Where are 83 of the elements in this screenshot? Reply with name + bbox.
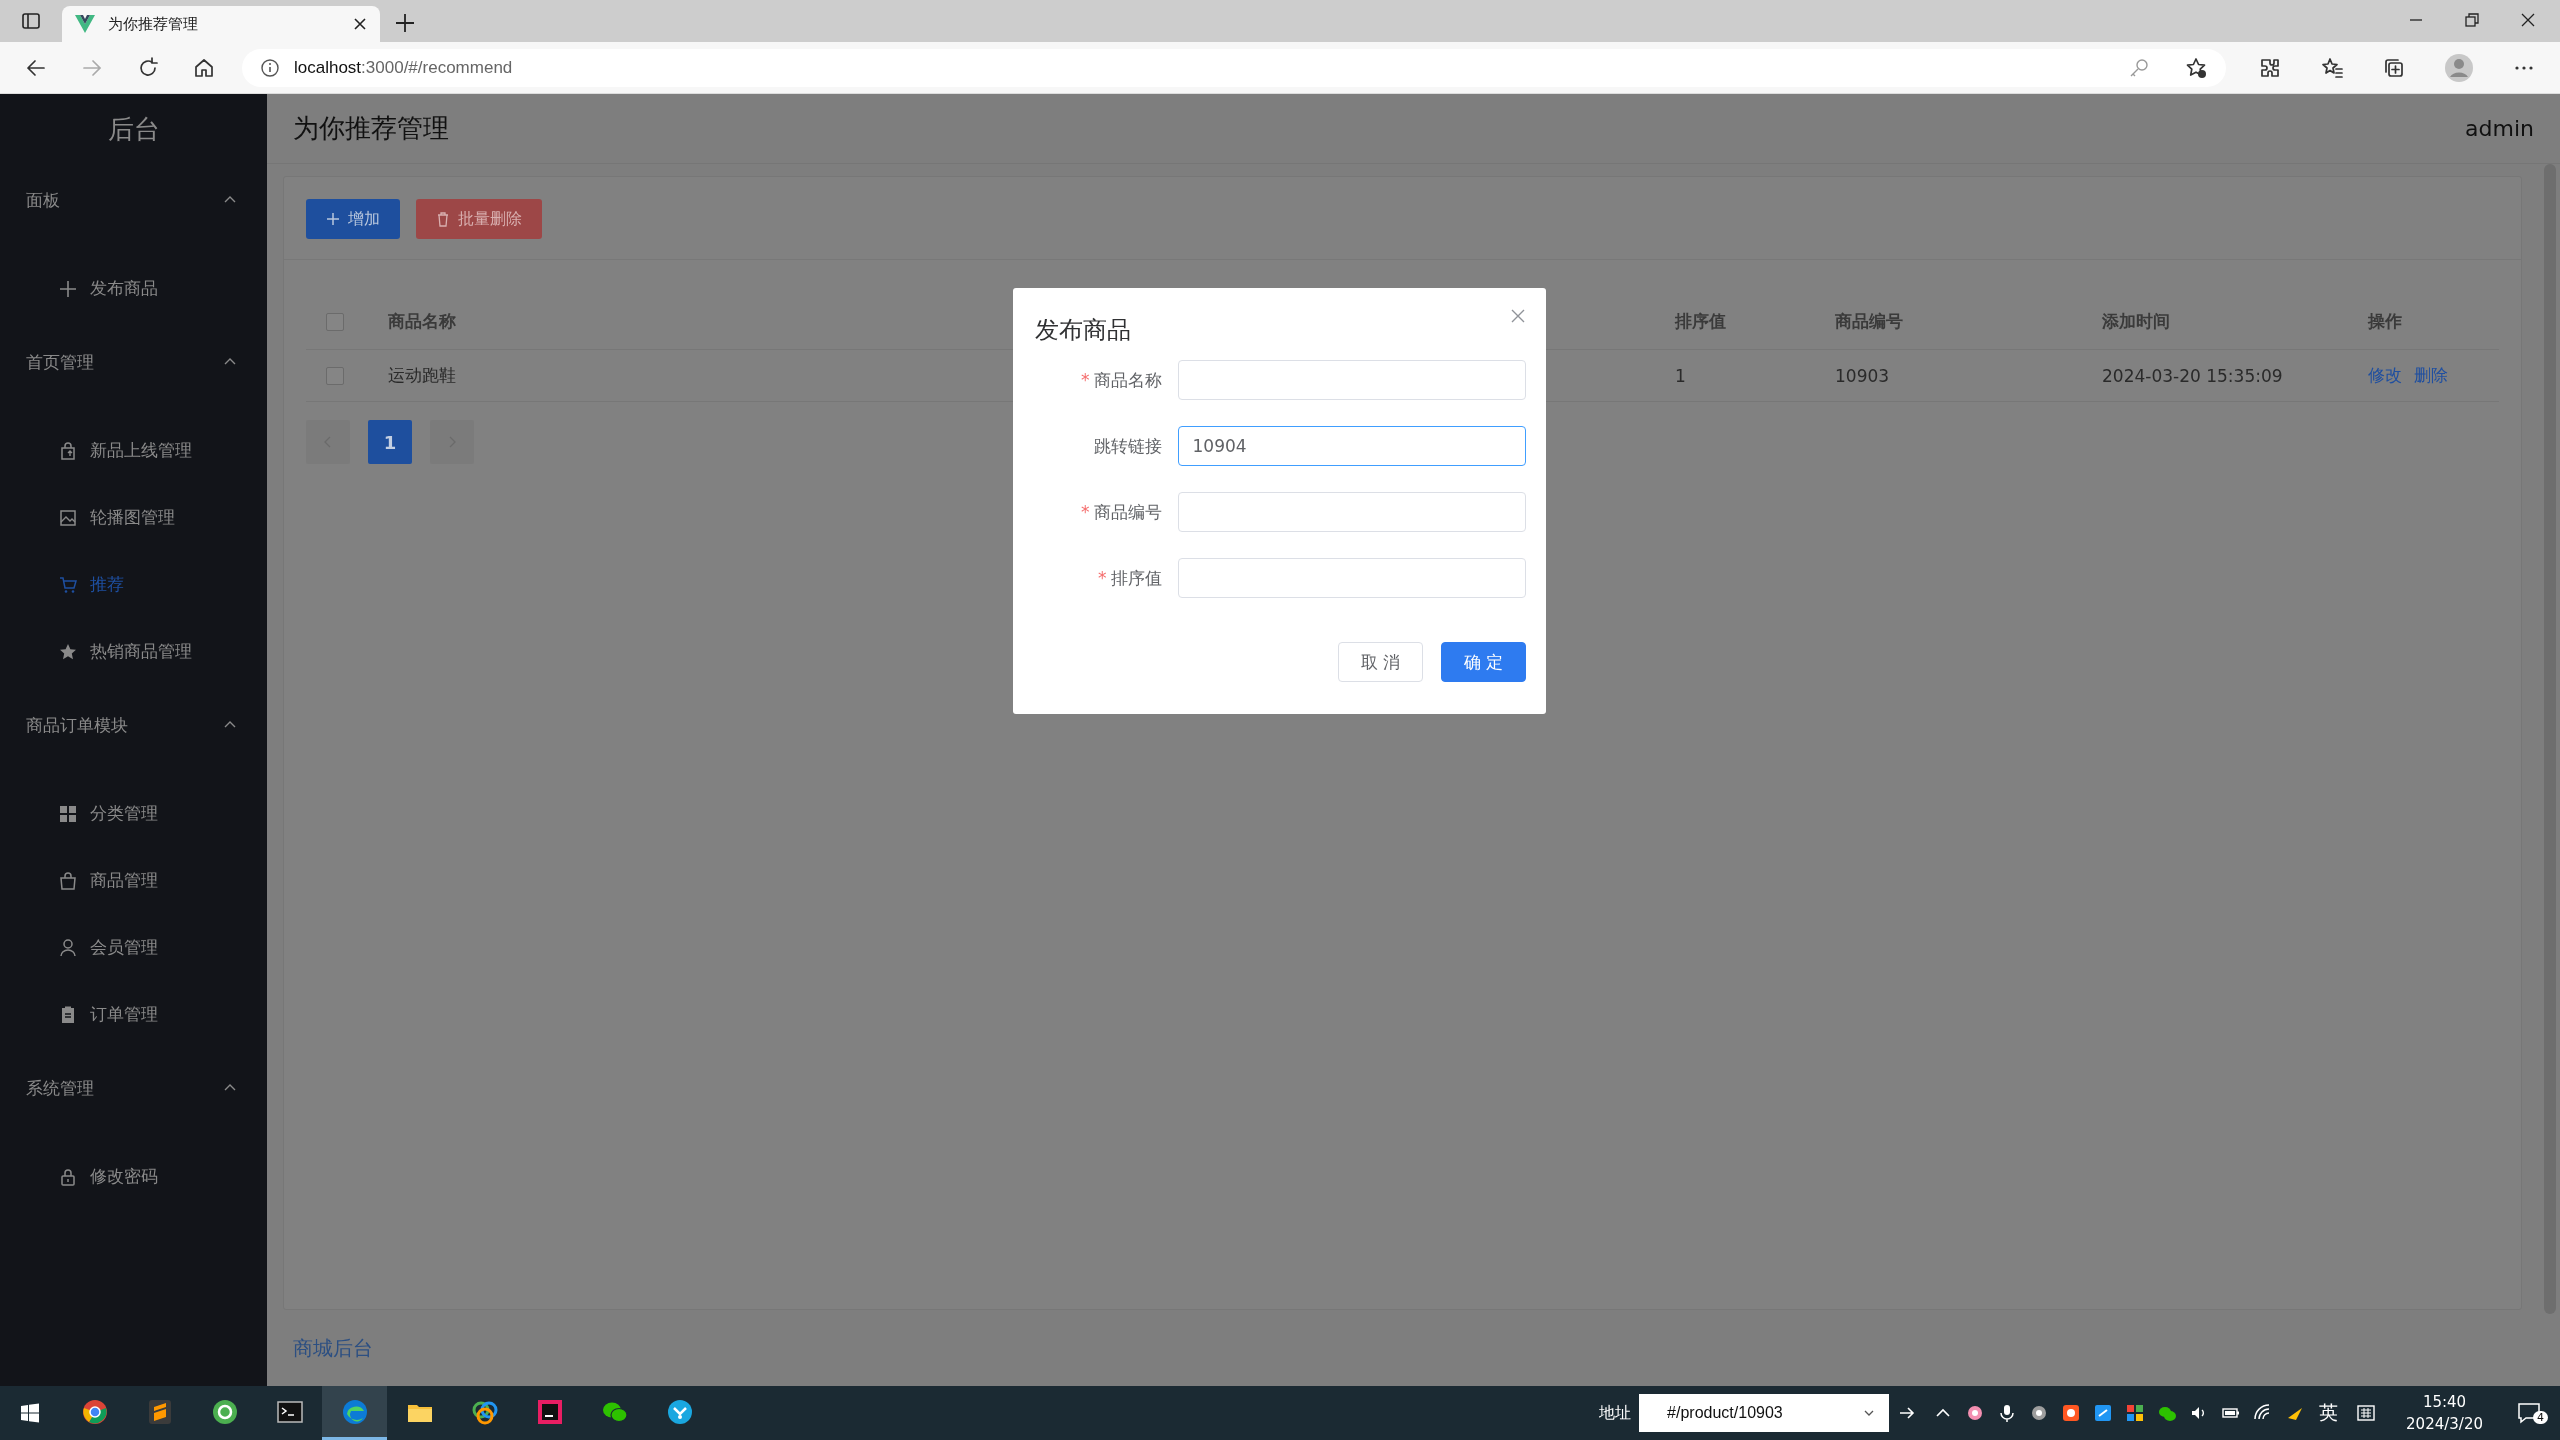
table-cell-text: 1 — [1675, 365, 1687, 386]
tiles-icon[interactable] — [2125, 1403, 2146, 1423]
grid-icon — [58, 803, 78, 824]
input-field[interactable] — [1177, 558, 1526, 598]
cart-icon — [58, 574, 78, 595]
menu-group[interactable]: 首页管理 — [0, 327, 267, 397]
notification-button[interactable]: 4 — [2513, 1398, 2552, 1428]
menu-item[interactable]: 热销商品管理 — [0, 618, 267, 685]
menu-item[interactable]: 新品上线管理 — [0, 417, 267, 484]
cancel-button[interactable]: 取 消 — [1338, 642, 1423, 682]
round-logo-icon — [80, 1397, 109, 1426]
menu-item[interactable]: 分类管理 — [0, 780, 267, 847]
brand-title: 后台 — [106, 113, 161, 146]
page-title: 为你推荐管理 — [293, 112, 449, 145]
confirm-button[interactable]: 确 定 — [1441, 642, 1526, 682]
menu-group[interactable]: 面板 — [0, 165, 267, 235]
table-cell-text: 10903 — [1835, 365, 1891, 386]
v-logo-icon — [74, 14, 96, 34]
menu-item[interactable]: 会员管理 — [0, 914, 267, 981]
menu-item[interactable]: 商品管理 — [0, 847, 267, 914]
plus-icon — [326, 212, 340, 226]
lock-icon — [58, 1166, 78, 1187]
column-header: 操作 — [2368, 310, 2403, 333]
info-icon[interactable] — [260, 57, 280, 78]
page-button[interactable]: 1 — [368, 420, 412, 464]
input-field[interactable] — [1177, 492, 1526, 532]
batch-delete-button[interactable]: 批量删除 — [416, 199, 542, 239]
close-icon[interactable] — [2520, 12, 2536, 28]
clock-date[interactable]: 2024/3/20 — [2406, 1413, 2483, 1435]
bag-icon — [58, 870, 78, 891]
tab-title: 为你推荐管理 — [108, 14, 199, 34]
url-text: localhost:3000/#/recommend — [294, 57, 514, 78]
field-label: * 商品名称 — [1080, 368, 1162, 392]
plus-icon — [58, 278, 78, 299]
address-label: 地址 — [1599, 1402, 1632, 1424]
bag-upload-icon — [58, 440, 78, 461]
user-name[interactable]: admin — [2465, 116, 2534, 141]
dot-tile-icon[interactable] — [2061, 1403, 2082, 1423]
input-field[interactable] — [1177, 360, 1526, 400]
tab-actions-icon[interactable] — [20, 10, 42, 32]
table-cell-text: 运动跑鞋 — [388, 364, 457, 387]
field-label: 跳转链接 — [1092, 434, 1162, 458]
trash-icon — [436, 211, 450, 227]
square-logo-icon — [535, 1397, 564, 1426]
slash-tile-icon[interactable] — [2093, 1403, 2114, 1423]
menu-item[interactable]: 轮播图管理 — [0, 484, 267, 551]
ring-logo-icon — [210, 1397, 239, 1426]
notification-count: 4 — [2533, 1411, 2548, 1424]
add-button[interactable]: 增加 — [306, 199, 400, 239]
column-header: 排序值 — [1675, 310, 1727, 333]
dialog-title: 发布商品 — [1035, 315, 1131, 346]
restore-icon[interactable] — [2464, 12, 2480, 28]
keyboard-icon[interactable] — [2356, 1403, 2377, 1423]
checkbox[interactable] — [326, 366, 344, 385]
menu-group[interactable]: 系统管理 — [0, 1053, 267, 1123]
favorites-icon[interactable] — [2320, 55, 2344, 80]
image-icon — [58, 507, 78, 528]
footer-text: 商城后台 — [293, 1334, 373, 1362]
column-header: 添加时间 — [2102, 310, 2171, 333]
wave-logo-icon — [340, 1397, 369, 1426]
table-cell-text: 2024-03-20 15:35:09 — [2102, 365, 2284, 386]
bird-logo-icon — [665, 1397, 694, 1426]
column-header: 商品名称 — [388, 310, 457, 333]
address-field[interactable]: #/product/10903 — [1639, 1394, 1890, 1432]
menu-item[interactable]: 修改密码 — [0, 1143, 267, 1210]
menu-group[interactable]: 商品订单模块 — [0, 690, 267, 760]
person-icon — [58, 937, 78, 958]
input-method-indicator[interactable]: 英 — [2319, 1400, 2339, 1426]
checkbox[interactable] — [326, 312, 344, 331]
menu-item[interactable]: 订单管理 — [0, 981, 267, 1048]
column-header: 商品编号 — [1835, 310, 1904, 333]
field-label: * 商品编号 — [1080, 500, 1162, 524]
key-icon[interactable] — [2128, 56, 2150, 79]
field-label: * 排序值 — [1097, 566, 1162, 590]
windows-start-icon[interactable] — [20, 1403, 40, 1423]
input-field[interactable]: 10904 — [1177, 426, 1526, 466]
profile-avatar-icon[interactable] — [2444, 52, 2474, 83]
browser-tab[interactable]: 为你推荐管理 — [62, 6, 380, 42]
clock-time[interactable]: 15:40 — [2422, 1391, 2467, 1413]
close-icon[interactable] — [352, 16, 368, 32]
add-favorite-icon[interactable] — [2184, 55, 2208, 80]
address-field[interactable]: localhost:3000/#/recommend — [242, 48, 2226, 87]
menu-item[interactable]: 发布商品 — [0, 255, 267, 322]
